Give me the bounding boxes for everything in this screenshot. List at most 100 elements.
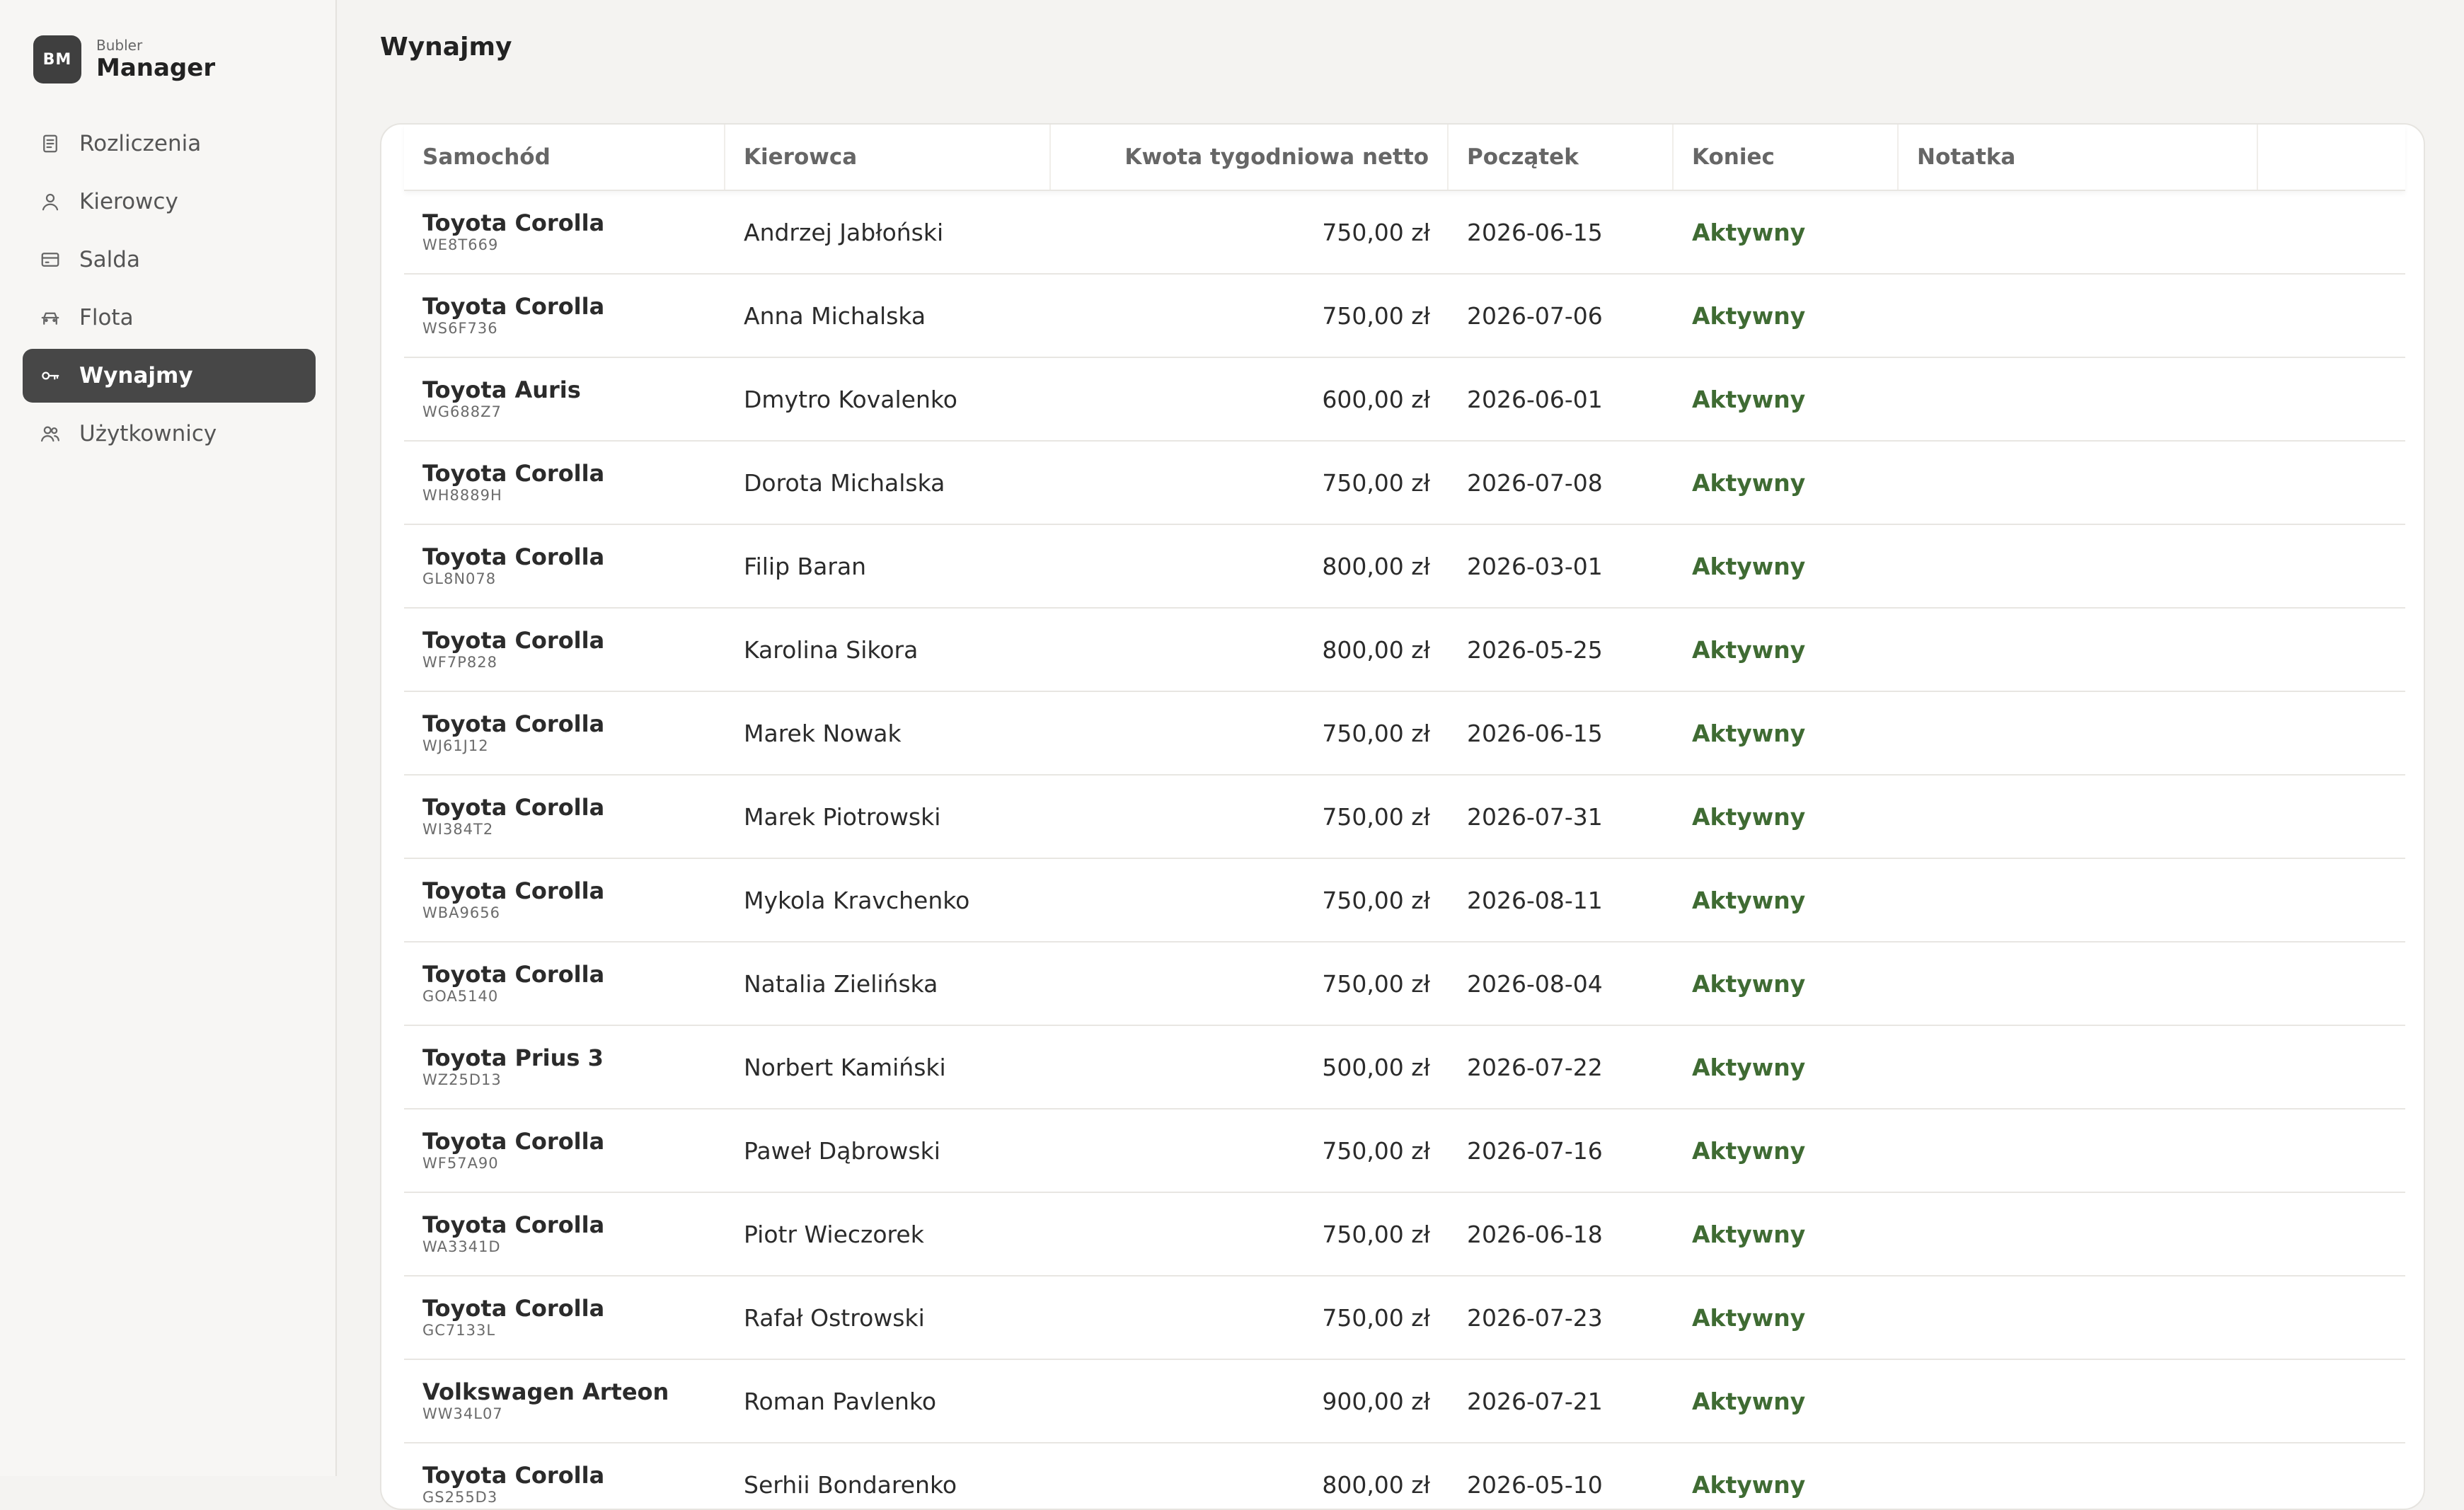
amount-cell: 500,00 zł xyxy=(1322,1053,1430,1081)
car-plate: GS255D3 xyxy=(422,1489,498,1506)
table-header: Samochód Kierowca Kwota tygodniowa netto… xyxy=(404,125,2405,191)
start-date-cell: 2026-07-23 xyxy=(1467,1303,1603,1332)
driver-cell: Roman Pavlenko xyxy=(744,1387,937,1415)
amount-cell: 750,00 zł xyxy=(1322,1136,1430,1165)
car-plate: WS6F736 xyxy=(422,320,498,337)
car-plate: WF7P828 xyxy=(422,654,497,671)
car-cell: Toyota Corolla WE8T669 xyxy=(404,210,725,254)
brand-logo: BM xyxy=(33,35,81,83)
sidebar: BM Bubler Manager Rozliczenia Kierowcy S… xyxy=(0,0,337,1476)
car-plate: WF57A90 xyxy=(422,1155,499,1172)
driver-cell: Marek Piotrowski xyxy=(744,802,941,831)
car-model: Toyota Corolla xyxy=(422,627,605,654)
sidebar-item-label: Flota xyxy=(79,305,134,330)
status-badge: Aktywny xyxy=(1692,1470,1806,1499)
car-cell: Toyota Auris WG688Z7 xyxy=(404,377,725,421)
car-cell: Volkswagen Arteon WW34L07 xyxy=(404,1379,725,1423)
status-badge: Aktywny xyxy=(1692,802,1806,831)
table-row[interactable]: Toyota Corolla WA3341D Piotr Wieczorek 750,… xyxy=(404,1193,2405,1276)
table-body: Toyota Corolla WE8T669 Andrzej Jabłoński 75… xyxy=(404,191,2405,1509)
car-model: Toyota Corolla xyxy=(422,710,605,737)
sidebar-item-flota[interactable]: Flota xyxy=(23,291,316,345)
car-model: Toyota Corolla xyxy=(422,877,605,904)
brand-subtitle: Bubler xyxy=(96,37,143,54)
sidebar-item-salda[interactable]: Salda xyxy=(23,233,316,287)
car-cell: Toyota Corolla WS6F736 xyxy=(404,294,725,338)
car-model: Toyota Corolla xyxy=(422,293,605,320)
table-row[interactable]: Toyota Corolla WE8T669 Andrzej Jabłoński 75… xyxy=(404,191,2405,275)
table-row[interactable]: Toyota Corolla WBA9656 Mykola Kravchenko 75… xyxy=(404,859,2405,943)
sidebar-item-kierowcy[interactable]: Kierowcy xyxy=(23,175,316,229)
car-cell: Toyota Corolla GC7133L xyxy=(404,1296,725,1339)
amount-cell: 750,00 zł xyxy=(1322,468,1430,497)
table-row[interactable]: Toyota Corolla GS255D3 Serhii Bondarenko 80… xyxy=(404,1443,2405,1509)
table-row[interactable]: Volkswagen Arteon WW34L07 Roman Pavlenko 90… xyxy=(404,1360,2405,1443)
table-row[interactable]: Toyota Corolla GOA5140 Natalia Zielińska 75… xyxy=(404,943,2405,1026)
end-status-cell: Aktywny xyxy=(1674,386,1899,413)
status-badge: Aktywny xyxy=(1692,552,1806,580)
start-date-cell: 2026-08-11 xyxy=(1467,886,1603,914)
user-icon xyxy=(40,191,61,212)
end-status-cell: Aktywny xyxy=(1674,887,1899,914)
column-header-end[interactable]: Koniec xyxy=(1674,125,1899,190)
end-status-cell: Aktywny xyxy=(1674,469,1899,497)
sidebar-item-label: Wynajmy xyxy=(79,363,193,388)
table-row[interactable]: Toyota Corolla GC7133L Rafał Ostrowski 750,… xyxy=(404,1276,2405,1360)
column-header-note[interactable]: Notatka xyxy=(1899,125,2258,190)
brand[interactable]: BM Bubler Manager xyxy=(33,35,215,83)
end-status-cell: Aktywny xyxy=(1674,302,1899,330)
car-plate: GC7133L xyxy=(422,1322,496,1339)
car-cell: Toyota Corolla GL8N078 xyxy=(404,544,725,588)
table-row[interactable]: Toyota Corolla WS6F736 Anna Michalska 750,0… xyxy=(404,275,2405,358)
rentals-table: Samochód Kierowca Kwota tygodniowa netto… xyxy=(404,125,2405,1509)
driver-cell: Mykola Kravchenko xyxy=(744,886,970,914)
end-status-cell: Aktywny xyxy=(1674,1054,1899,1081)
table-row[interactable]: Toyota Corolla WH8889H Dorota Michalska 750… xyxy=(404,442,2405,525)
amount-cell: 750,00 zł xyxy=(1322,719,1430,747)
driver-cell: Paweł Dąbrowski xyxy=(744,1136,940,1165)
amount-cell: 900,00 zł xyxy=(1322,1387,1430,1415)
car-model: Toyota Corolla xyxy=(422,961,605,988)
driver-cell: Dmytro Kovalenko xyxy=(744,385,957,413)
driver-cell: Serhii Bondarenko xyxy=(744,1470,957,1499)
driver-cell: Karolina Sikora xyxy=(744,635,919,664)
table-row[interactable]: Toyota Corolla WF57A90 Paweł Dąbrowski 750,… xyxy=(404,1110,2405,1193)
end-status-cell: Aktywny xyxy=(1674,219,1899,246)
end-status-cell: Aktywny xyxy=(1674,1388,1899,1415)
key-icon xyxy=(40,365,61,386)
amount-cell: 800,00 zł xyxy=(1322,1470,1430,1499)
column-header-car[interactable]: Samochód xyxy=(404,125,725,190)
column-header-driver[interactable]: Kierowca xyxy=(725,125,1051,190)
car-cell: Toyota Prius 3 WZ25D13 xyxy=(404,1045,725,1089)
column-header-actions xyxy=(2258,125,2405,190)
table-row[interactable]: Toyota Corolla GL8N078 Filip Baran 800,00 z… xyxy=(404,525,2405,609)
table-row[interactable]: Toyota Auris WG688Z7 Dmytro Kovalenko 600,0… xyxy=(404,358,2405,442)
end-status-cell: Aktywny xyxy=(1674,553,1899,580)
start-date-cell: 2026-06-15 xyxy=(1467,218,1603,246)
status-badge: Aktywny xyxy=(1692,468,1806,497)
car-model: Toyota Corolla xyxy=(422,1295,605,1322)
car-model: Volkswagen Arteon xyxy=(422,1378,669,1405)
car-model: Toyota Corolla xyxy=(422,1211,605,1238)
sidebar-item-rozliczenia[interactable]: Rozliczenia xyxy=(23,117,316,171)
users-icon xyxy=(40,423,61,444)
brand-text: Bubler Manager xyxy=(96,37,215,82)
amount-cell: 800,00 zł xyxy=(1322,552,1430,580)
amount-cell: 600,00 zł xyxy=(1322,385,1430,413)
sidebar-item-label: Kierowcy xyxy=(79,189,178,214)
column-header-start[interactable]: Początek xyxy=(1449,125,1674,190)
table-row[interactable]: Toyota Corolla WF7P828 Karolina Sikora 800,… xyxy=(404,609,2405,692)
status-badge: Aktywny xyxy=(1692,719,1806,747)
car-plate: WI384T2 xyxy=(422,821,494,838)
car-plate: WH8889H xyxy=(422,487,502,504)
start-date-cell: 2026-05-25 xyxy=(1467,635,1603,664)
table-row[interactable]: Toyota Corolla WJ61J12 Marek Nowak 750,00 z… xyxy=(404,692,2405,776)
column-header-amount[interactable]: Kwota tygodniowa netto xyxy=(1051,125,1449,190)
sidebar-item-uzytkownicy[interactable]: Użytkownicy xyxy=(23,407,316,461)
table-row[interactable]: Toyota Corolla WI384T2 Marek Piotrowski 750… xyxy=(404,776,2405,859)
table-row[interactable]: Toyota Prius 3 WZ25D13 Norbert Kamiński 500… xyxy=(404,1026,2405,1110)
status-badge: Aktywny xyxy=(1692,886,1806,914)
car-cell: Toyota Corolla GOA5140 xyxy=(404,962,725,1005)
sidebar-item-wynajmy[interactable]: Wynajmy xyxy=(23,349,316,403)
end-status-cell: Aktywny xyxy=(1674,803,1899,831)
